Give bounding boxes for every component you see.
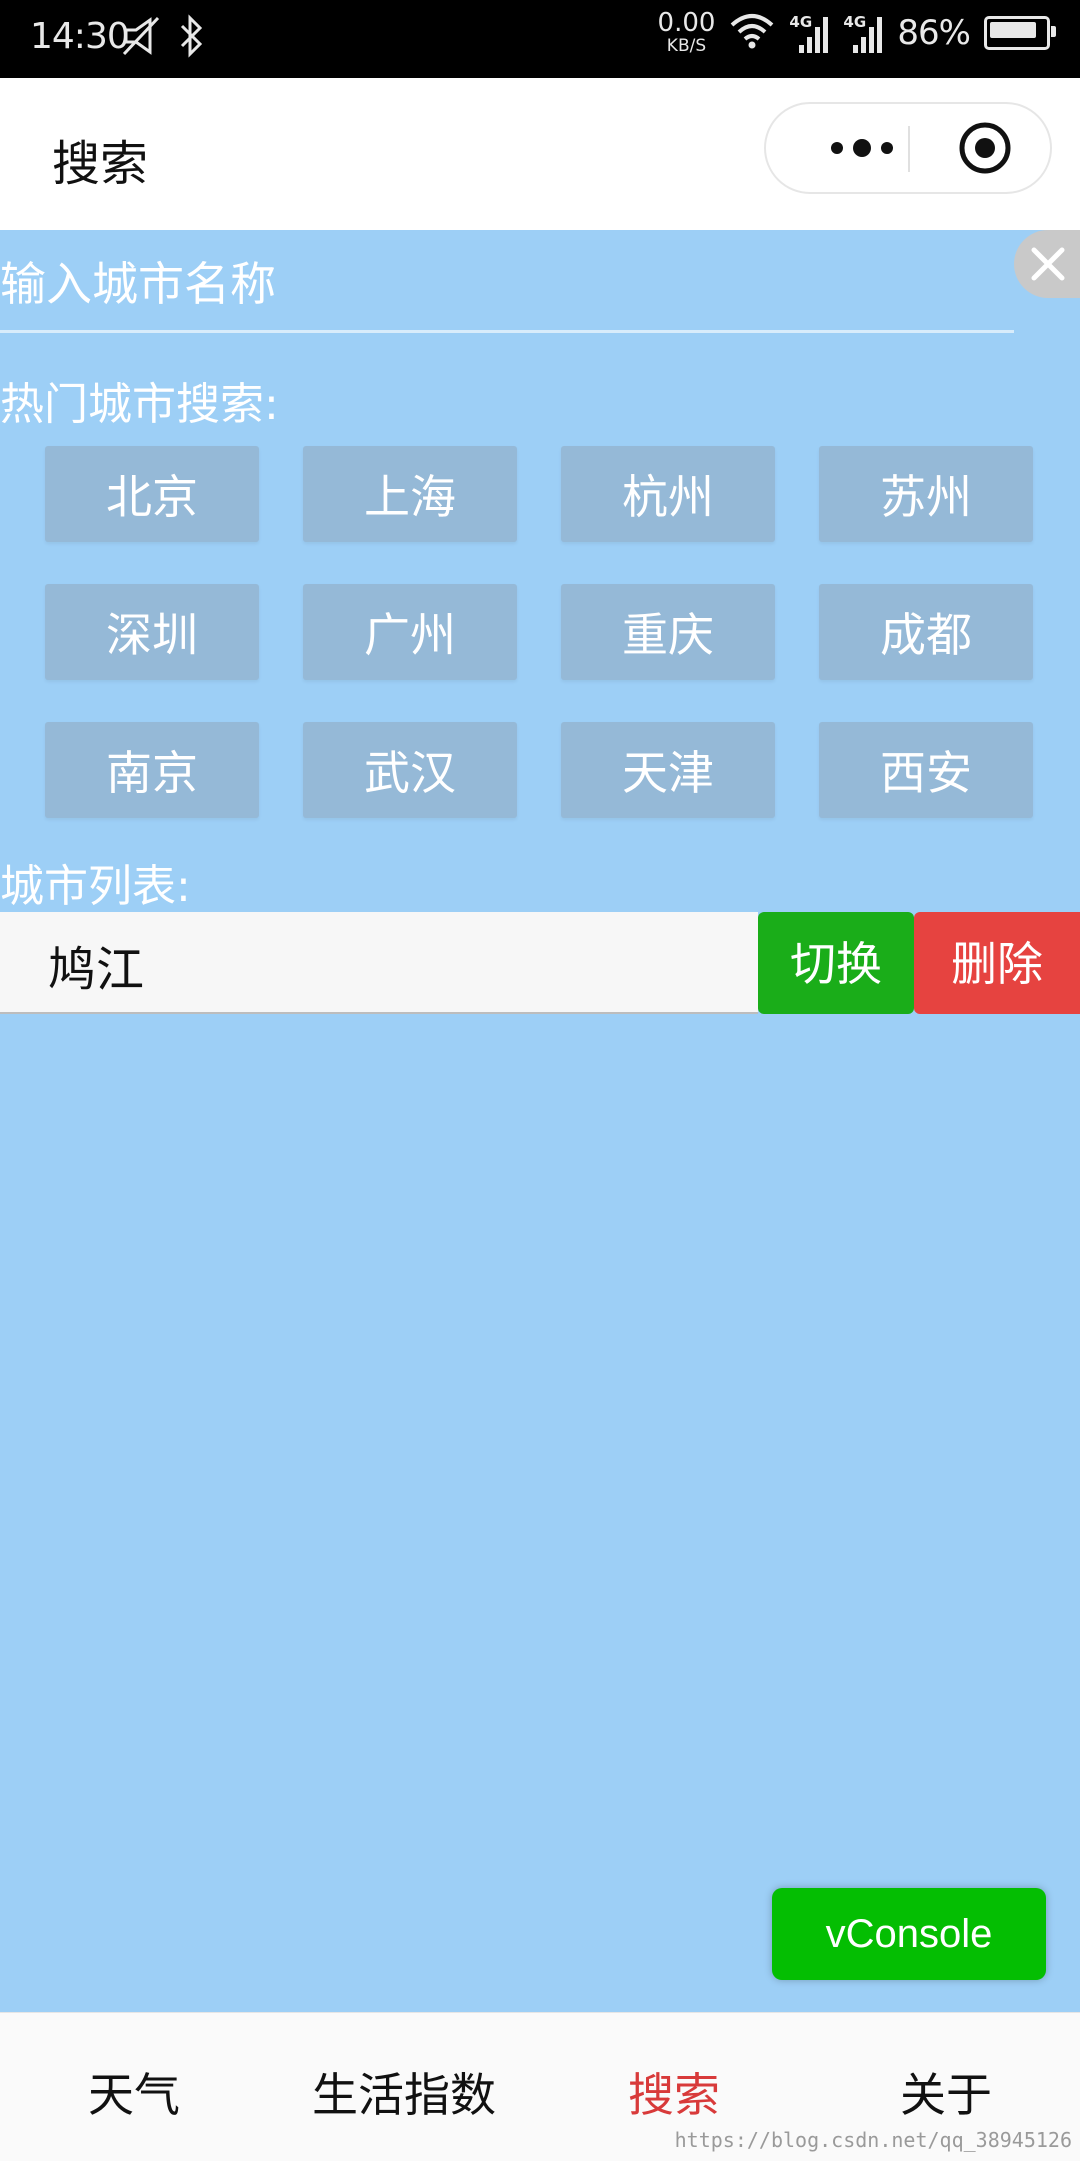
city-search-input[interactable] <box>0 252 1010 316</box>
hot-city-button[interactable]: 北京 <box>45 446 259 542</box>
close-miniprogram-button[interactable] <box>930 104 1040 192</box>
status-bar: 14:30 0.00 KB/S 4G 4G 86% <box>0 0 1080 78</box>
watermark: https://blog.csdn.net/qq_38945126 <box>674 2128 1072 2152</box>
hot-city-button[interactable]: 上海 <box>303 446 517 542</box>
city-list-item[interactable]: 鸠江 <box>0 912 758 1014</box>
hot-city-button[interactable]: 成都 <box>819 584 1033 680</box>
city-list-label: 城市列表: <box>0 861 191 912</box>
hot-city-button[interactable]: 广州 <box>303 584 517 680</box>
city-list-row: 鸠江 切换 删除 <box>0 912 1080 1016</box>
battery-icon <box>984 15 1056 50</box>
more-menu-button[interactable] <box>802 104 922 192</box>
hot-city-button[interactable]: 南京 <box>45 722 259 818</box>
hot-city-button[interactable]: 武汉 <box>303 722 517 818</box>
hot-city-button[interactable]: 苏州 <box>819 446 1033 542</box>
hot-city-button[interactable]: 深圳 <box>45 584 259 680</box>
hot-city-button[interactable]: 西安 <box>819 722 1033 818</box>
miniprogram-capsule <box>764 102 1052 194</box>
tab-weather[interactable]: 天气 <box>88 2059 180 2125</box>
status-time: 14:30 <box>30 16 130 57</box>
status-left-icons <box>122 14 216 58</box>
delete-city-button[interactable]: 删除 <box>914 912 1080 1014</box>
hot-city-button[interactable]: 天津 <box>561 722 775 818</box>
hot-cities-label: 热门城市搜索: <box>0 379 279 430</box>
net-speed-value: 0.00 <box>657 8 716 38</box>
net-speed-unit: KB/S <box>666 36 707 56</box>
signal-icon-2: 4G <box>843 11 883 55</box>
hot-city-button[interactable]: 重庆 <box>561 584 775 680</box>
tab-search[interactable]: 搜索 <box>628 2059 720 2125</box>
hot-city-button[interactable]: 杭州 <box>561 446 775 542</box>
target-icon <box>959 122 1011 174</box>
tab-about[interactable]: 关于 <box>900 2059 992 2125</box>
battery-level: 86% <box>897 12 971 53</box>
tab-life-index[interactable]: 生活指数 <box>312 2059 496 2125</box>
search-underline <box>0 330 1014 333</box>
nav-bar: 搜索 <box>0 78 1080 230</box>
switch-city-button[interactable]: 切换 <box>758 912 914 1014</box>
silent-icon <box>122 14 162 58</box>
status-right: 0.00 KB/S 4G 4G 86% <box>658 10 1056 55</box>
signal-icon-1: 4G <box>789 11 829 55</box>
capsule-divider <box>908 126 910 172</box>
page-title: 搜索 <box>52 136 149 192</box>
vconsole-button[interactable]: vConsole <box>772 1888 1046 1980</box>
net-speed: 0.00 KB/S <box>658 10 716 55</box>
close-icon <box>1031 247 1065 281</box>
clear-search-button[interactable] <box>1014 230 1080 298</box>
search-bar <box>0 230 1080 340</box>
more-dots-icon <box>831 139 893 157</box>
wifi-icon <box>729 11 775 55</box>
city-name: 鸠江 <box>48 942 145 998</box>
bluetooth-icon <box>176 14 216 58</box>
